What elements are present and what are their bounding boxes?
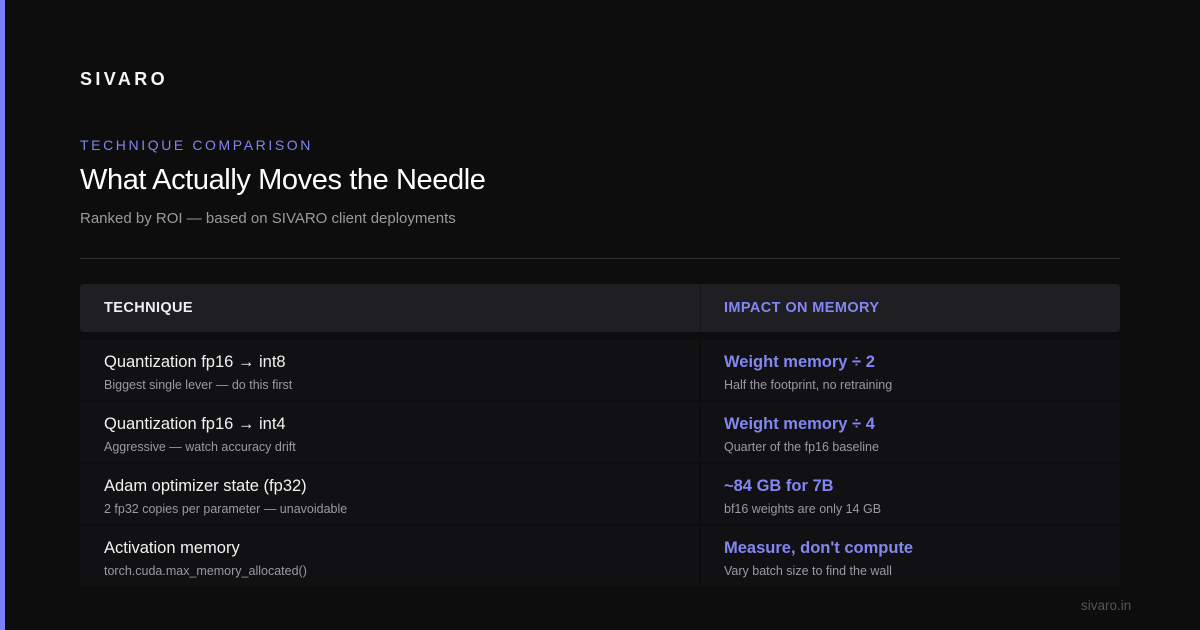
table-row: Adam optimizer state (fp32) 2 fp32 copie… xyxy=(80,464,1120,524)
technique-note: torch.cuda.max_memory_allocated() xyxy=(104,564,307,578)
impact-value: Measure, don't compute xyxy=(724,539,914,557)
technique-cell: Adam optimizer state (fp32) 2 fp32 copie… xyxy=(80,464,699,524)
divider xyxy=(80,258,1120,259)
technique-cell: Quantization fp16 → int4 Aggressive — wa… xyxy=(80,402,699,462)
table-row: Quantization fp16 → int8 Biggest single … xyxy=(80,340,1120,400)
impact-value: Weight memory ÷ 2 xyxy=(724,353,875,371)
page-subtitle: Ranked by ROI — based on SIVARO client d… xyxy=(80,210,456,227)
impact-note: Quarter of the fp16 baseline xyxy=(724,440,879,454)
table-body: Quantization fp16 → int8 Biggest single … xyxy=(80,340,1120,588)
page-title: What Actually Moves the Needle xyxy=(80,164,486,196)
header-impact: IMPACT ON MEMORY xyxy=(724,300,880,316)
impact-note: Half the footprint, no retraining xyxy=(724,378,893,392)
impact-value: ~84 GB for 7B xyxy=(724,477,834,495)
impact-cell: Weight memory ÷ 4 Quarter of the fp16 ba… xyxy=(701,402,1120,462)
technique-cell: Activation memory torch.cuda.max_memory_… xyxy=(80,526,699,586)
section-eyebrow: TECHNIQUE COMPARISON xyxy=(80,137,313,153)
technique-name: Activation memory xyxy=(104,539,240,557)
technique-cell: Quantization fp16 → int8 Biggest single … xyxy=(80,340,699,400)
table-header: TECHNIQUE IMPACT ON MEMORY xyxy=(80,284,1120,332)
brand-logo: SIVARO xyxy=(80,69,169,89)
technique-name: Quantization fp16 → int8 xyxy=(104,353,286,371)
footer-url: sivaro.in xyxy=(1081,598,1132,613)
technique-name: Quantization fp16 → int4 xyxy=(104,415,286,433)
technique-note: 2 fp32 copies per parameter — unavoidabl… xyxy=(104,502,348,516)
header-divider xyxy=(700,284,701,332)
impact-note: Vary batch size to find the wall xyxy=(724,564,892,578)
table-row: Activation memory torch.cuda.max_memory_… xyxy=(80,526,1120,586)
impact-cell: Measure, don't compute Vary batch size t… xyxy=(701,526,1120,586)
technique-note: Biggest single lever — do this first xyxy=(104,378,293,392)
impact-cell: Weight memory ÷ 2 Half the footprint, no… xyxy=(701,340,1120,400)
impact-value: Weight memory ÷ 4 xyxy=(724,415,875,433)
accent-bar xyxy=(0,0,5,630)
header-technique: TECHNIQUE xyxy=(104,300,193,316)
table-row: Quantization fp16 → int4 Aggressive — wa… xyxy=(80,402,1120,462)
impact-note: bf16 weights are only 14 GB xyxy=(724,502,882,516)
technique-name: Adam optimizer state (fp32) xyxy=(104,477,307,495)
technique-note: Aggressive — watch accuracy drift xyxy=(104,440,296,454)
comparison-table: TECHNIQUE IMPACT ON MEMORY Quantization … xyxy=(80,284,1120,586)
impact-cell: ~84 GB for 7B bf16 weights are only 14 G… xyxy=(701,464,1120,524)
